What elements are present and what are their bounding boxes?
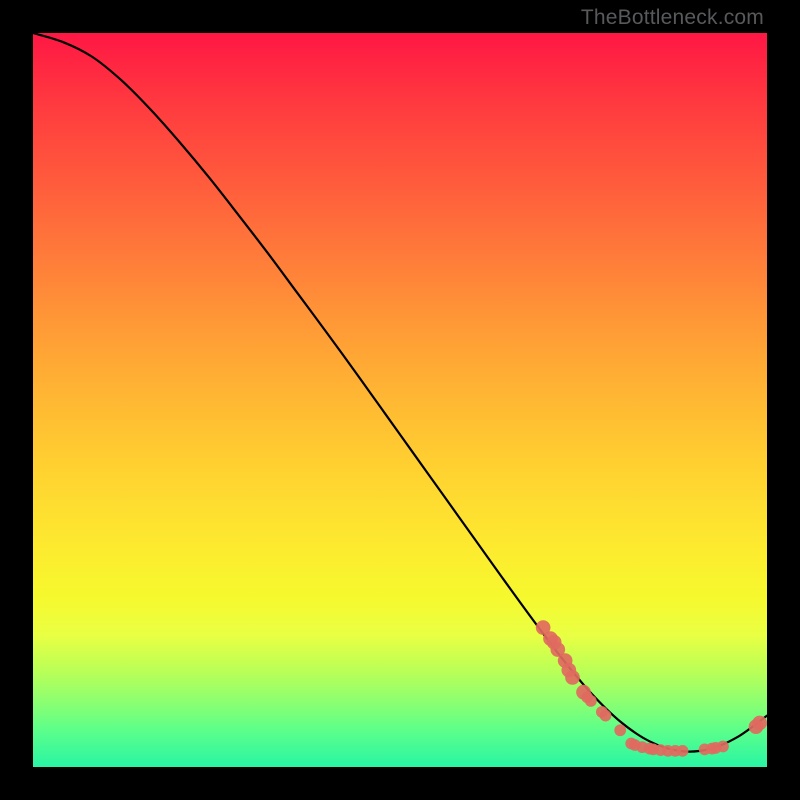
chart-frame: TheBottleneck.com	[0, 0, 800, 800]
marker-dot	[585, 695, 597, 707]
marker-dot	[565, 670, 580, 685]
marker-dot	[600, 710, 612, 722]
plot-area	[33, 33, 767, 767]
marker-dot	[717, 741, 729, 753]
curve-svg	[33, 33, 767, 767]
marker-dot	[752, 716, 767, 731]
bottleneck-curve	[33, 33, 767, 752]
marker-dot	[614, 724, 626, 736]
marker-points	[536, 620, 767, 757]
watermark-text: TheBottleneck.com	[581, 6, 764, 30]
marker-dot	[677, 745, 689, 757]
